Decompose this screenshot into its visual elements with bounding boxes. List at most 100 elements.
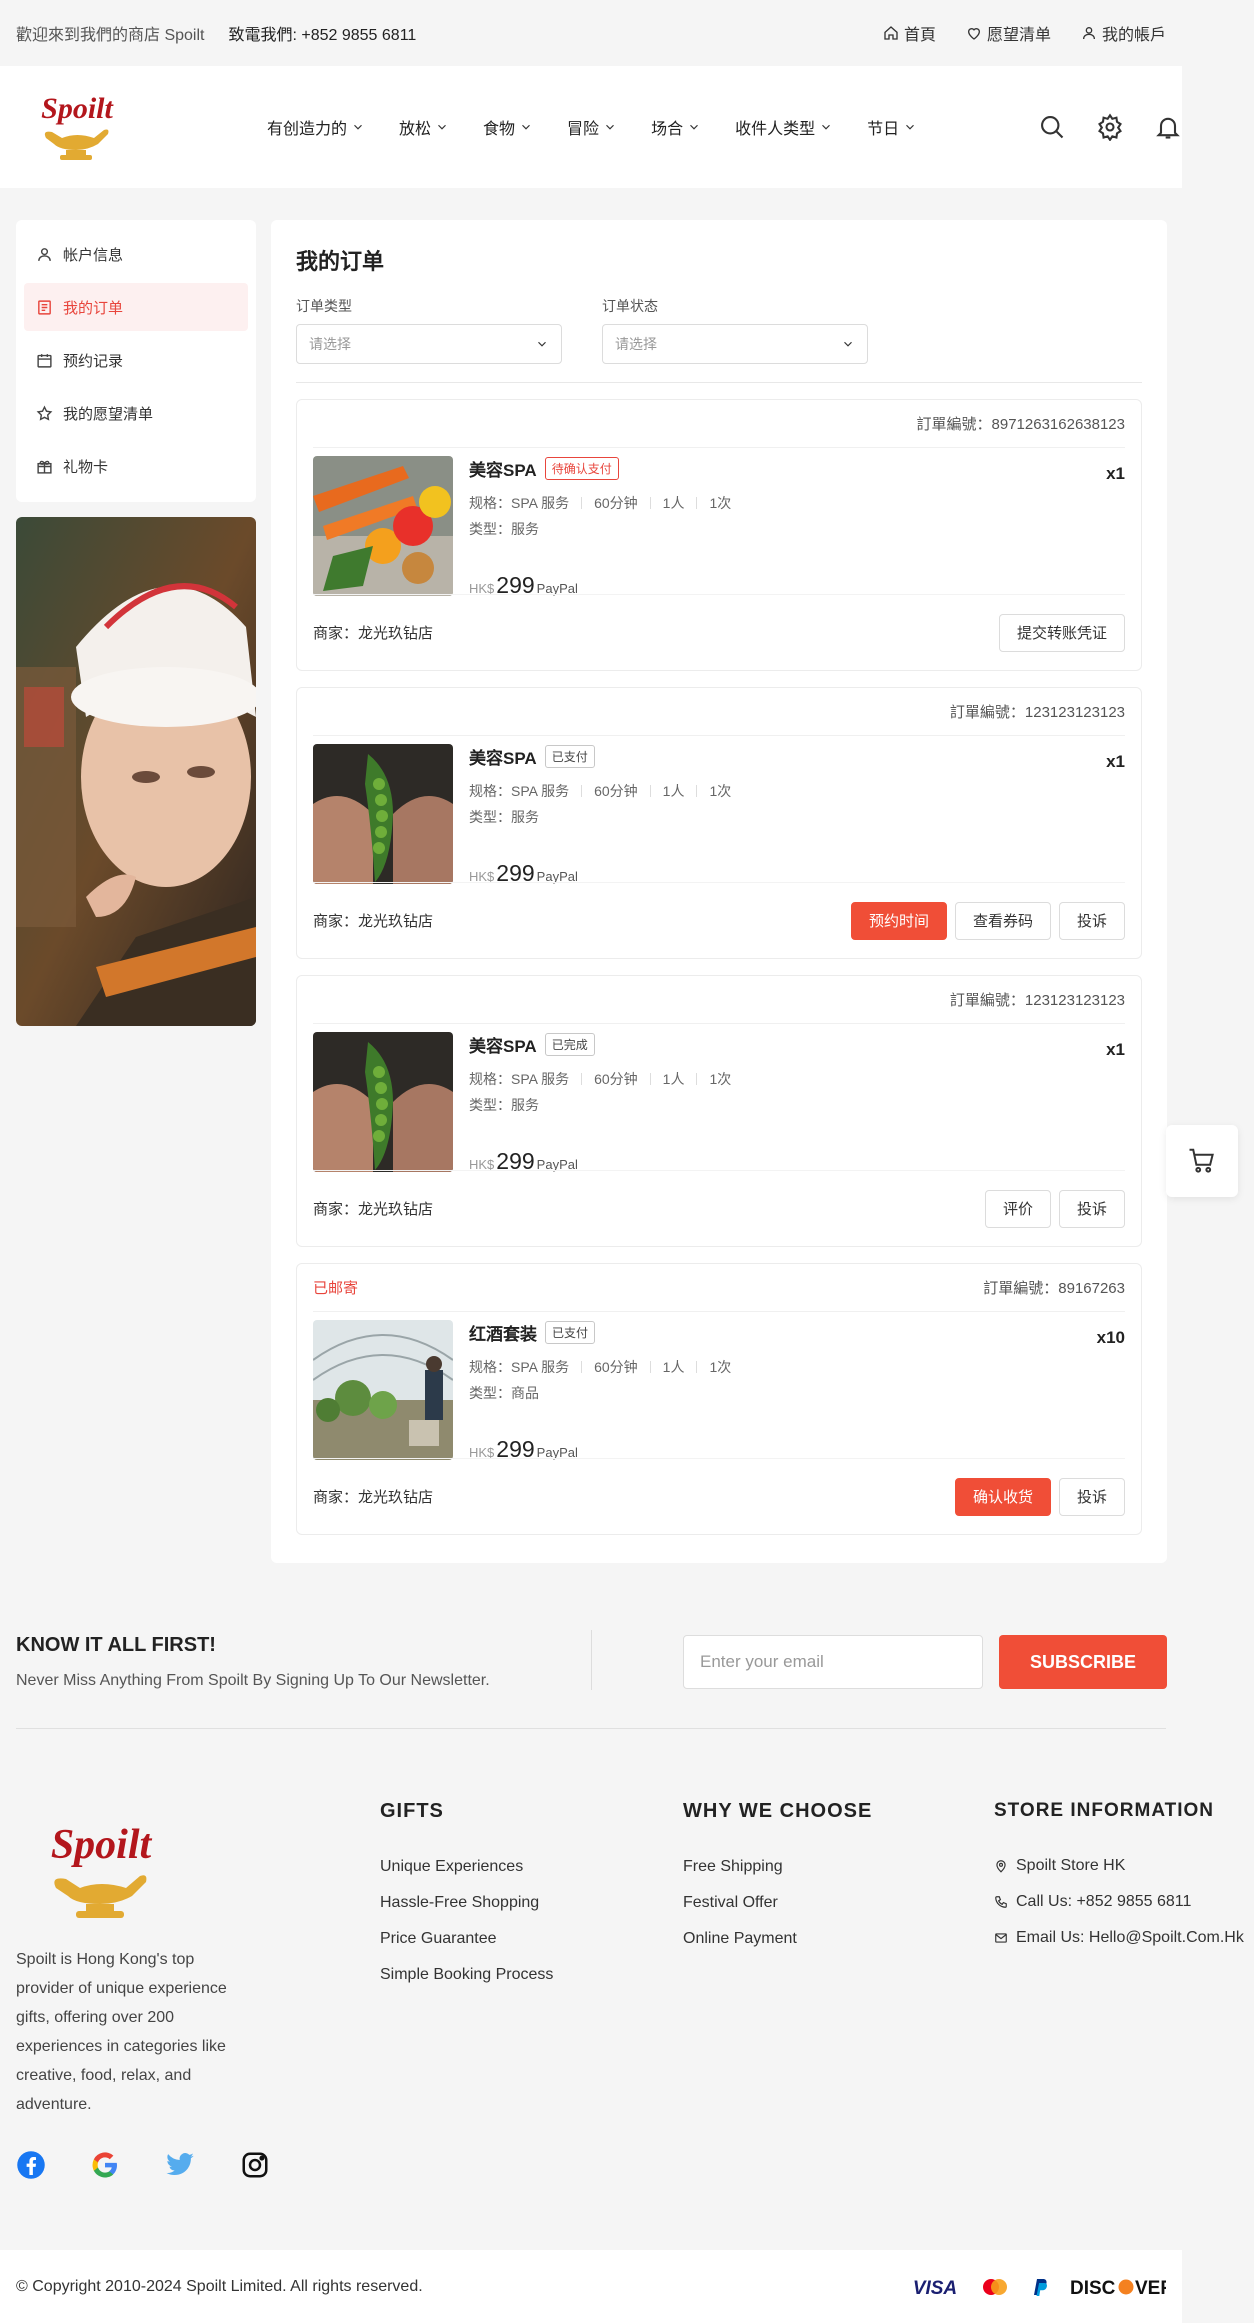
sidebar-item-label: 礼物卡 xyxy=(63,458,109,476)
nav-creative-label: 有创造力的 xyxy=(267,121,348,138)
product-image-peas[interactable] xyxy=(313,1032,453,1172)
product-name: 美容SPA xyxy=(469,749,537,768)
page-title: 我的订单 xyxy=(296,249,385,274)
footer-link[interactable]: Online Payment xyxy=(683,1921,872,1957)
top-link-wishlist[interactable]: 愿望清单 xyxy=(966,21,1051,45)
product-image-vegetables[interactable] xyxy=(313,456,453,596)
twitter-icon xyxy=(166,2153,194,2176)
order-actions: 提交转账凭证 xyxy=(998,613,1125,652)
product-image-greenhouse[interactable] xyxy=(313,1320,453,1460)
order-header: 已邮寄 訂單編號：89167263 xyxy=(313,1264,1125,1312)
spec-item: 规格：SPA 服务 xyxy=(469,495,570,511)
store-name: Spoilt Store HK xyxy=(1016,1857,1126,1874)
settings-button[interactable] xyxy=(1096,113,1124,141)
user-icon xyxy=(38,247,51,261)
filter-order-type-label: 订单类型 xyxy=(296,298,352,314)
email-input[interactable]: Enter your email xyxy=(683,1635,983,1689)
subscribe-button[interactable]: SUBSCRIBE xyxy=(999,1635,1167,1689)
book-time-button[interactable]: 预约时间 xyxy=(850,901,947,940)
footer-link[interactable]: Festival Offer xyxy=(683,1885,872,1921)
sidebar-item-gift-card[interactable]: 礼物卡 xyxy=(24,442,248,490)
search-button[interactable] xyxy=(1038,113,1066,141)
top-link-account[interactable]: 我的帳戶 xyxy=(1081,21,1166,45)
complaint-button[interactable]: 投诉 xyxy=(1058,901,1125,940)
order-status-select[interactable]: 请选择 xyxy=(602,324,868,364)
sidebar-item-bookings[interactable]: 预约记录 xyxy=(24,336,248,384)
order-filters: 订单类型 请选择 订单状态 请选择 xyxy=(296,296,1142,383)
google-icon xyxy=(92,2152,117,2178)
complaint-button[interactable]: 投诉 xyxy=(1058,1477,1125,1516)
newsletter-subtitle: Never Miss Anything From Spoilt By Signi… xyxy=(16,1672,490,1689)
order-header: 訂單編號：8971263162638123 xyxy=(313,400,1125,448)
footer-link[interactable]: Hassle-Free Shopping xyxy=(380,1885,553,1921)
complaint-button[interactable]: 投诉 xyxy=(1058,1189,1125,1228)
submit-transfer-proof-button[interactable]: 提交转账凭证 xyxy=(998,613,1125,652)
top-link-home[interactable]: 首頁 xyxy=(883,21,936,45)
top-link-home-label: 首頁 xyxy=(903,27,936,44)
nav-relax-label: 放松 xyxy=(399,121,432,138)
sidebar-item-my-orders[interactable]: 我的订单 xyxy=(24,283,248,331)
chevron-down-icon xyxy=(690,124,698,130)
nav-recipient[interactable]: 收件人类型 xyxy=(735,115,833,139)
sidebar-item-wishlist[interactable]: 我的愿望清单 xyxy=(24,389,248,437)
view-voucher-button[interactable]: 查看券码 xyxy=(954,901,1051,940)
confirm-receipt-button[interactable]: 确认收货 xyxy=(954,1477,1051,1516)
footer-link[interactable]: Simple Booking Process xyxy=(380,1957,553,1993)
welcome-text: 歡迎來到我們的商店 Spoilt xyxy=(16,27,205,44)
nav-adventure[interactable]: 冒险 xyxy=(567,115,617,139)
order-type-select[interactable]: 请选择 xyxy=(296,324,562,364)
google-link[interactable] xyxy=(90,2150,120,2184)
nav-festival-label: 节日 xyxy=(867,121,900,138)
footer-link[interactable]: Free Shipping xyxy=(683,1849,872,1885)
spoilt-footer-logo[interactable]: Spoilt xyxy=(36,1816,166,1926)
top-link-account-label: 我的帳戶 xyxy=(1101,27,1166,44)
facebook-link[interactable] xyxy=(16,2150,46,2184)
footer-column-why: WHY WE CHOOSE Free Shipping Festival Off… xyxy=(683,1800,872,1957)
order-body: 红酒套装 已支付 规格：SPA 服务 60分钟 1人 1次 类型：商品 HK$ … xyxy=(313,1312,1125,1462)
nav-creative[interactable]: 有创造力的 xyxy=(267,115,365,139)
instagram-link[interactable] xyxy=(240,2150,270,2184)
footer-column-title: WHY WE CHOOSE xyxy=(683,1800,873,1822)
footer-column-store-info: STORE INFORMATION Spoilt Store HK Call U… xyxy=(994,1800,1254,1956)
nav-occasion[interactable]: 场合 xyxy=(651,115,701,139)
phone-link[interactable]: Call Us: +852 9855 6811 xyxy=(994,1884,1254,1920)
calendar-icon xyxy=(37,353,52,368)
spec-item: 1人 xyxy=(662,1071,685,1087)
review-button[interactable]: 评价 xyxy=(984,1189,1051,1228)
footer-column-title: STORE INFORMATION xyxy=(994,1800,1215,1821)
footer-divider xyxy=(16,1728,1166,1729)
spec-item: 1人 xyxy=(662,495,685,511)
chevron-down-icon xyxy=(844,341,852,347)
spec-item: 60分钟 xyxy=(594,1071,638,1087)
email-link[interactable]: Email Us: Hello@Spoilt.Com.Hk xyxy=(994,1920,1254,1956)
orders-panel: 我的订单 订单类型 请选择 订单状态 请选择 訂單編號：897126316263… xyxy=(271,220,1167,1563)
status-badge: 待确认支付 xyxy=(544,457,619,480)
footer-link[interactable]: Price Guarantee xyxy=(380,1921,553,1957)
product-name: 美容SPA xyxy=(469,461,537,480)
order-body: 美容SPA 待确认支付 规格：SPA 服务 60分钟 1人 1次 类型：服务 H… xyxy=(313,448,1125,598)
promo-image-christmas-child[interactable] xyxy=(16,517,256,1026)
star-icon xyxy=(36,404,53,421)
discover-icon: DISC VER xyxy=(1070,2278,1166,2298)
store-phone: Call Us: +852 9855 6811 xyxy=(1016,1893,1192,1910)
divider xyxy=(591,1630,592,1690)
product-specs: 规格：SPA 服务 60分钟 1人 1次 xyxy=(469,1357,1125,1377)
floating-cart-button[interactable] xyxy=(1166,1125,1238,1197)
svg-text:Spoilt: Spoilt xyxy=(41,92,114,125)
nav-relax[interactable]: 放松 xyxy=(399,115,449,139)
main-header: Spoilt 有创造力的 放松 食物 冒险 场合 收件人类型 节日 xyxy=(0,66,1182,188)
mail-icon xyxy=(995,1933,1007,1943)
notification-button[interactable] xyxy=(1154,113,1182,141)
spoilt-logo[interactable]: Spoilt xyxy=(32,88,122,164)
orders-icon xyxy=(38,299,51,315)
nav-festival[interactable]: 节日 xyxy=(867,115,917,139)
product-image-peas[interactable] xyxy=(313,744,453,884)
order-number: 訂單編號：123123123123 xyxy=(949,992,1125,1009)
footer-link[interactable]: Unique Experiences xyxy=(380,1849,553,1885)
nav-food[interactable]: 食物 xyxy=(483,115,533,139)
spec-item: 60分钟 xyxy=(594,495,638,511)
sidebar-item-account-info[interactable]: 帐户信息 xyxy=(24,230,248,278)
spec-item: 规格：SPA 服务 xyxy=(469,1071,570,1087)
store-name-link[interactable]: Spoilt Store HK xyxy=(994,1848,1254,1884)
twitter-link[interactable] xyxy=(164,2150,196,2184)
